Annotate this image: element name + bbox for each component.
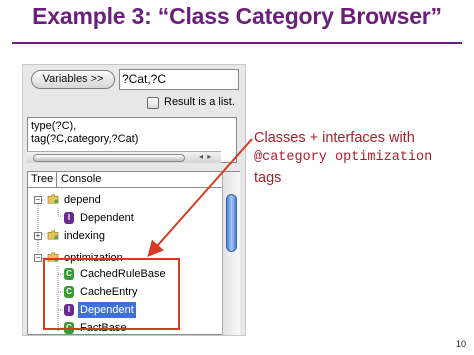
result-is-list-label: Result is a list. — [164, 96, 235, 108]
slide-title: Example 3: “Class Category Browser” — [32, 3, 442, 29]
query-line: type(?C), — [31, 120, 77, 132]
tree-item-label: indexing — [64, 230, 105, 242]
tree-item-label: Dependent — [80, 212, 134, 224]
scroll-thumb[interactable] — [33, 154, 185, 162]
variables-button[interactable]: Variables >> — [31, 70, 115, 89]
tree-item-depend[interactable]: − depend — [28, 192, 218, 208]
annotation-code: @category optimization — [254, 150, 433, 165]
expand-icon[interactable]: + — [34, 232, 42, 240]
result-is-list-checkbox[interactable] — [147, 97, 159, 109]
category-folder-icon — [47, 194, 59, 204]
variables-field[interactable]: ?Cat,?C — [119, 69, 239, 90]
tree-item-indexing[interactable]: + indexing — [28, 228, 218, 244]
title-divider — [12, 42, 462, 44]
scroll-thumb[interactable] — [226, 194, 237, 252]
annotation-line: tags — [254, 170, 282, 186]
tree-item-dependent[interactable]: I Dependent — [28, 210, 218, 226]
tree-item-label: depend — [64, 194, 101, 206]
annotation-text: Classes + interfaces with @category opti… — [254, 128, 432, 188]
annotation-line: Classes + interfaces with — [254, 130, 415, 146]
scroll-arrows-icon[interactable]: ◂ ▸ — [199, 152, 212, 161]
query-horizontal-scrollbar[interactable] — [27, 151, 221, 163]
interface-icon: I — [64, 212, 74, 224]
highlight-box — [43, 258, 180, 330]
collapse-icon[interactable]: − — [34, 196, 42, 204]
collapse-icon[interactable]: − — [34, 254, 42, 262]
page-number: 10 — [455, 339, 466, 349]
tree-vertical-scrollbar[interactable] — [222, 172, 240, 335]
query-line: tag(?C,category,?Cat) — [31, 133, 139, 145]
category-folder-icon — [47, 230, 59, 240]
